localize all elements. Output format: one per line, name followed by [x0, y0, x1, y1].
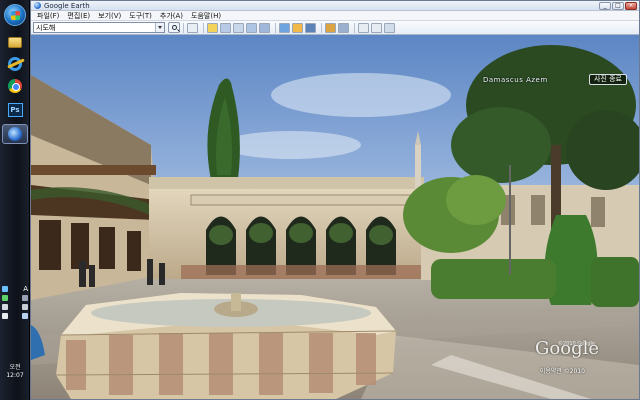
menu-bar: 파일(F) 편집(E) 보기(V) 도구(T) 추가(A) 도움말(H) [31, 11, 639, 21]
google-earth-icon [34, 2, 41, 9]
signal-icon[interactable] [2, 303, 8, 310]
location-label: Damascus Azem [483, 76, 548, 84]
toolbar-separator [203, 22, 204, 33]
menu-help[interactable]: 도움말(H) [187, 11, 225, 21]
menu-file[interactable]: 파일(F) [33, 11, 63, 21]
tray-app-icon[interactable] [22, 303, 28, 310]
tray-settings-icon[interactable] [22, 294, 28, 301]
ruler-icon[interactable] [325, 22, 336, 33]
chrome-icon [8, 79, 22, 93]
google-earth-window: Google Earth _ □ × 파일(F) 편집(E) 보기(V) 도구(… [30, 0, 640, 400]
ime-indicator[interactable]: A [23, 285, 28, 293]
placemark-icon[interactable] [207, 22, 218, 33]
internet-explorer-icon [8, 57, 22, 71]
taskbar-ie-button[interactable] [2, 54, 28, 74]
folder-icon [8, 36, 22, 48]
path-icon[interactable] [233, 22, 244, 33]
terms-link[interactable]: 이용약관 ©2010 [540, 366, 585, 375]
taskbar: Ps A 오전 12:07 [0, 0, 30, 400]
toolbar-separator [321, 22, 322, 33]
system-tray: A [2, 284, 28, 320]
security-icon[interactable] [2, 294, 8, 301]
sunlight-icon[interactable] [292, 22, 303, 33]
toolbar-separator [354, 22, 355, 33]
toolbar [31, 21, 639, 35]
taskbar-chrome-button[interactable] [2, 76, 28, 96]
menu-edit[interactable]: 편집(E) [63, 11, 94, 21]
polygon-icon[interactable] [220, 22, 231, 33]
menu-tools[interactable]: 도구(T) [125, 11, 156, 21]
window-title: Google Earth [44, 1, 90, 10]
sidebar-toggle-icon[interactable] [187, 22, 198, 33]
taskbar-photoshop-button[interactable]: Ps [2, 100, 28, 120]
google-logo: Google [535, 338, 599, 359]
view-in-maps-icon[interactable] [371, 22, 382, 33]
taskbar-clock[interactable]: 오전 12:07 [0, 364, 30, 380]
toolbar-separator [183, 22, 184, 33]
network-icon[interactable] [2, 285, 8, 292]
title-bar[interactable]: Google Earth _ □ × [31, 1, 639, 11]
minimize-button[interactable]: _ [599, 2, 611, 10]
search-input[interactable] [34, 23, 154, 32]
historical-imagery-icon[interactable] [279, 22, 290, 33]
start-button[interactable] [4, 4, 26, 26]
toolbar-separator [275, 22, 276, 33]
photoshop-icon: Ps [7, 103, 23, 117]
chevron-down-icon[interactable] [155, 23, 164, 32]
street-view-viewport[interactable]: Damascus Azem 사진 종료 ©2010 Google Google … [31, 35, 639, 399]
record-tour-icon[interactable] [259, 22, 270, 33]
print-icon[interactable] [358, 22, 369, 33]
save-image-icon[interactable] [384, 22, 395, 33]
close-button[interactable]: × [625, 2, 637, 10]
volume-icon[interactable] [2, 312, 8, 319]
search-box [33, 22, 165, 33]
taskbar-explorer-button[interactable] [2, 32, 28, 52]
menu-add[interactable]: 추가(A) [156, 11, 187, 21]
maximize-button[interactable]: □ [612, 2, 624, 10]
image-overlay-icon[interactable] [246, 22, 257, 33]
email-icon[interactable] [338, 22, 349, 33]
taskbar-google-earth-button[interactable] [2, 124, 28, 144]
display-icon[interactable] [22, 312, 28, 319]
search-icon [171, 25, 177, 30]
search-button[interactable] [168, 22, 180, 33]
google-earth-icon [8, 127, 22, 141]
menu-view[interactable]: 보기(V) [94, 11, 125, 21]
planets-icon[interactable] [305, 22, 316, 33]
exit-photo-button[interactable]: 사진 종료 [589, 74, 627, 85]
